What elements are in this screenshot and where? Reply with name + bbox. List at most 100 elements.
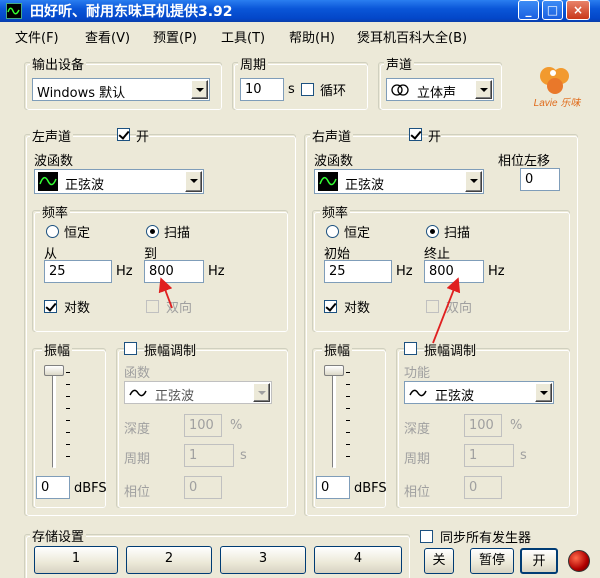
left-depth-input[interactable]: 100 xyxy=(184,414,222,437)
right-mod-func-label: 功能 xyxy=(404,366,431,381)
menu-encyclopedia[interactable]: 煲耳机百科大全(B) xyxy=(357,27,467,46)
title-bar[interactable]: 田好听、耐用东味耳机提供3.92 _ □ × xyxy=(0,0,600,22)
left-amplitude-track xyxy=(52,368,56,468)
left-fixed-label: 恒定 xyxy=(64,226,91,241)
storage-button-2[interactable]: 2 xyxy=(126,546,212,574)
right-waveform-select[interactable]: 正弦波 xyxy=(314,169,484,194)
storage-button-4[interactable]: 4 xyxy=(314,546,402,574)
left-mod-func-select[interactable]: 正弦波 xyxy=(124,381,272,404)
left-log-label: 对数 xyxy=(64,301,91,316)
right-phase-input[interactable]: 0 xyxy=(464,476,502,499)
left-log-checkbox[interactable] xyxy=(44,300,57,313)
left-phase-input[interactable]: 0 xyxy=(184,476,222,499)
storage-button-3[interactable]: 3 xyxy=(220,546,306,574)
right-amplitude-slider[interactable] xyxy=(324,365,344,376)
left-waveform-value: 正弦波 xyxy=(65,178,105,193)
right-depth-unit: % xyxy=(510,418,523,433)
sine-wave-icon xyxy=(409,387,427,403)
left-enable-checkbox[interactable] xyxy=(117,128,130,141)
right-bidir-checkbox[interactable] xyxy=(426,300,439,313)
right-waveform-label: 波函数 xyxy=(314,154,354,169)
sine-wave-icon xyxy=(318,172,338,191)
chevron-down-icon xyxy=(475,80,492,99)
right-fixed-radio[interactable] xyxy=(326,225,339,238)
right-mod-func-select[interactable]: 正弦波 xyxy=(404,381,554,404)
left-bidir-checkbox[interactable] xyxy=(146,300,159,313)
left-frequency-label: 频率 xyxy=(40,202,71,221)
lavie-logo: Lavie 乐味 xyxy=(525,62,590,112)
tick xyxy=(346,420,350,421)
right-amplitude-input[interactable]: 0 xyxy=(316,476,350,499)
app-icon xyxy=(6,3,22,19)
tick xyxy=(66,444,70,445)
minimize-button[interactable]: _ xyxy=(518,0,539,20)
right-amplitude-track xyxy=(332,368,336,468)
output-device-select[interactable]: Windows 默认 xyxy=(32,78,210,101)
window-title: 田好听、耐用东味耳机提供3.92 xyxy=(30,4,233,20)
chevron-down-icon xyxy=(465,171,482,192)
phase-shift-input[interactable]: 0 xyxy=(520,168,560,191)
left-bidir-label: 双向 xyxy=(166,301,193,316)
period-label: 周期 xyxy=(238,54,269,73)
tick xyxy=(66,456,70,457)
chevron-down-icon xyxy=(535,383,552,402)
tick xyxy=(66,432,70,433)
right-to-unit: Hz xyxy=(488,264,505,279)
loop-label: 循环 xyxy=(320,84,347,99)
tick xyxy=(346,456,350,457)
left-amplitude-label: 振幅 xyxy=(42,340,73,359)
tick xyxy=(66,408,70,409)
tick xyxy=(346,408,350,409)
left-fixed-radio[interactable] xyxy=(46,225,59,238)
menu-preset[interactable]: 预置(P) xyxy=(153,27,197,46)
right-enable-checkbox[interactable] xyxy=(409,128,422,141)
channel-value: 立体声 xyxy=(417,86,457,101)
right-waveform-value: 正弦波 xyxy=(345,178,385,193)
left-amplitude-input[interactable]: 0 xyxy=(36,476,70,499)
close-button[interactable]: × xyxy=(566,0,590,20)
maximize-button[interactable]: □ xyxy=(542,0,563,20)
left-channel-label: 左声道 xyxy=(30,126,74,145)
channel-select[interactable]: 立体声 xyxy=(386,78,494,101)
right-mod-func-value: 正弦波 xyxy=(435,389,475,404)
right-period-input[interactable]: 1 xyxy=(464,444,514,467)
right-sweep-radio[interactable] xyxy=(426,225,439,238)
off-button[interactable]: 关 xyxy=(424,548,454,574)
sine-wave-icon xyxy=(129,387,147,403)
logo-text: Lavie 乐味 xyxy=(534,97,582,109)
sync-label: 同步所有发生器 xyxy=(440,531,532,546)
left-sweep-radio[interactable] xyxy=(146,225,159,238)
loop-checkbox[interactable] xyxy=(301,83,314,96)
right-depth-input[interactable]: 100 xyxy=(464,414,502,437)
right-channel-label: 右声道 xyxy=(310,126,354,145)
right-modulation-checkbox[interactable] xyxy=(404,342,417,355)
left-amplitude-slider[interactable] xyxy=(44,365,64,376)
right-from-input[interactable]: 25 xyxy=(324,260,392,283)
left-to-input[interactable]: 800 xyxy=(144,260,204,283)
output-device-label: 输出设备 xyxy=(30,54,87,73)
menu-view[interactable]: 查看(V) xyxy=(85,27,130,46)
right-sweep-label: 扫描 xyxy=(444,226,471,241)
right-period-unit: s xyxy=(520,448,527,463)
menu-file[interactable]: 文件(F) xyxy=(15,27,59,46)
left-from-input[interactable]: 25 xyxy=(44,260,112,283)
right-to-input[interactable]: 800 xyxy=(424,260,484,283)
pause-button[interactable]: 暂停 xyxy=(470,548,514,574)
left-period-input[interactable]: 1 xyxy=(184,444,234,467)
tick xyxy=(346,396,350,397)
sync-checkbox[interactable] xyxy=(420,530,433,543)
left-period-unit: s xyxy=(240,448,247,463)
on-button[interactable]: 开 xyxy=(520,548,558,574)
period-input[interactable]: 10 xyxy=(240,78,284,101)
left-waveform-label: 波函数 xyxy=(34,154,74,169)
left-modulation-checkbox[interactable] xyxy=(124,342,137,355)
menu-help[interactable]: 帮助(H) xyxy=(289,27,335,46)
right-log-checkbox[interactable] xyxy=(324,300,337,313)
left-mod-func-value: 正弦波 xyxy=(155,389,195,404)
sine-wave-icon xyxy=(38,172,58,191)
left-waveform-select[interactable]: 正弦波 xyxy=(34,169,204,194)
menu-tools[interactable]: 工具(T) xyxy=(221,27,265,46)
left-modulation-label: 振幅调制 xyxy=(144,340,197,359)
right-bidir-label: 双向 xyxy=(446,301,473,316)
storage-button-1[interactable]: 1 xyxy=(34,546,118,574)
